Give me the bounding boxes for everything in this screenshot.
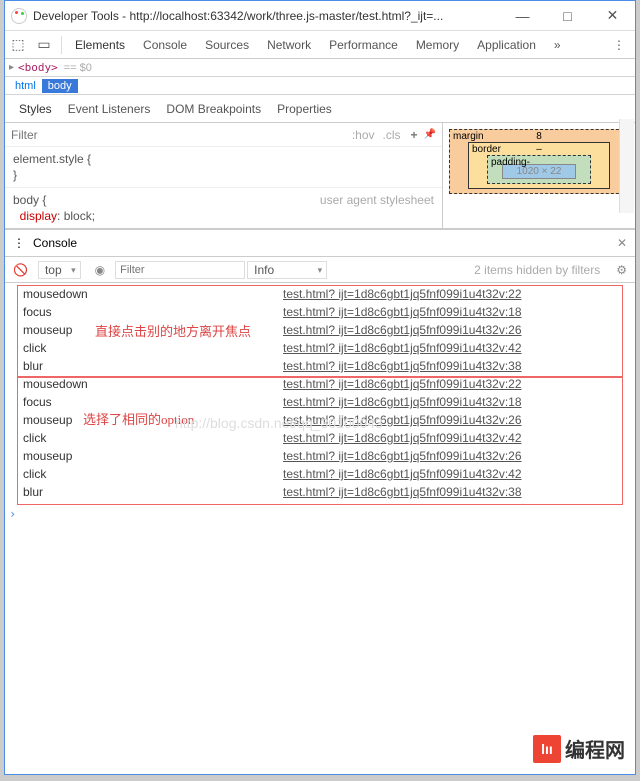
level-select[interactable]: Info xyxy=(247,261,327,279)
body-rule[interactable]: user agent stylesheet body { display: bl… xyxy=(5,187,442,228)
tab-network[interactable]: Network xyxy=(258,31,320,59)
log-row: mousedowntest.html? ijt=1d8c6gbt1jq5fnf0… xyxy=(5,375,635,393)
log-row: blurtest.html? ijt=1d8c6gbt1jq5fnf099i1u… xyxy=(5,483,635,501)
console-output[interactable]: mousedowntest.html? ijt=1d8c6gbt1jq5fnf0… xyxy=(5,283,635,773)
log-row: clicktest.html? ijt=1d8c6gbt1jq5fnf099i1… xyxy=(5,429,635,447)
inspect-icon[interactable]: ⬚ xyxy=(5,36,31,53)
main-tabs: ⬚ ▭ Elements Console Sources Network Per… xyxy=(5,31,635,59)
tabs-overflow[interactable]: » xyxy=(545,31,570,59)
hidden-count: 2 items hidden by filters xyxy=(468,263,606,277)
tab-application[interactable]: Application xyxy=(468,31,545,59)
titlebar: Developer Tools - http://localhost:63342… xyxy=(5,1,635,31)
close-window-button[interactable]: ✕ xyxy=(590,1,635,31)
tab-sources[interactable]: Sources xyxy=(196,31,258,59)
dom-breadcrumb: ▸ <body> == $0 xyxy=(5,59,635,77)
tab-console[interactable]: Console xyxy=(134,31,196,59)
log-row: blurtest.html? ijt=1d8c6gbt1jq5fnf099i1u… xyxy=(5,357,635,375)
site-logo: lıı 编程网 xyxy=(533,734,625,763)
maximize-button[interactable]: □ xyxy=(545,1,590,31)
kebab-menu[interactable]: ⋮ xyxy=(603,38,635,52)
close-drawer-button[interactable]: ✕ xyxy=(609,236,635,250)
clear-console-icon[interactable]: 🚫 xyxy=(5,263,36,277)
window-title: Developer Tools - http://localhost:63342… xyxy=(33,9,500,23)
subtab-properties[interactable]: Properties xyxy=(269,102,340,116)
crumb-html[interactable]: html xyxy=(9,79,42,93)
log-row: clicktest.html? ijt=1d8c6gbt1jq5fnf099i1… xyxy=(5,339,635,357)
device-icon[interactable]: ▭ xyxy=(31,36,57,53)
cls-toggle[interactable]: .cls xyxy=(379,128,405,142)
console-drawer-title: Console xyxy=(33,236,77,250)
subtab-listeners[interactable]: Event Listeners xyxy=(60,102,159,116)
console-kebab[interactable]: ⋮ xyxy=(5,236,33,250)
log-row: mouseuptest.html? ijt=1d8c6gbt1jq5fnf099… xyxy=(5,447,635,465)
context-select[interactable]: top xyxy=(38,261,81,279)
styles-filter[interactable] xyxy=(11,128,348,142)
log-row: mousedowntest.html? ijt=1d8c6gbt1jq5fnf0… xyxy=(5,285,635,303)
minimize-button[interactable]: — xyxy=(500,1,545,31)
console-filter[interactable] xyxy=(115,261,245,279)
log-row: focustest.html? ijt=1d8c6gbt1jq5fnf099i1… xyxy=(5,303,635,321)
log-row: mouseuptest.html? ijt=1d8c6gbt1jq5fnf099… xyxy=(5,321,635,339)
element-style-block[interactable]: element.style { } xyxy=(5,147,442,187)
box-model: margin8 border– padding- 1020 × 22 xyxy=(443,123,635,228)
styles-subtabs: Styles Event Listeners DOM Breakpoints P… xyxy=(5,95,635,123)
tab-elements[interactable]: Elements xyxy=(66,31,134,59)
eye-icon[interactable]: ◉ xyxy=(87,263,113,277)
crumb-body[interactable]: body xyxy=(42,79,78,93)
scrollbar[interactable] xyxy=(619,119,634,213)
subtab-styles[interactable]: Styles xyxy=(11,102,60,116)
tab-memory[interactable]: Memory xyxy=(407,31,468,59)
hov-toggle[interactable]: :hov xyxy=(348,128,379,142)
subtab-breakpoints[interactable]: DOM Breakpoints xyxy=(158,102,269,116)
log-row: focustest.html? ijt=1d8c6gbt1jq5fnf099i1… xyxy=(5,393,635,411)
log-row: mouseuptest.html? ijt=1d8c6gbt1jq5fnf099… xyxy=(5,411,635,429)
log-row: clicktest.html? ijt=1d8c6gbt1jq5fnf099i1… xyxy=(5,465,635,483)
tab-performance[interactable]: Performance xyxy=(320,31,407,59)
gear-icon[interactable]: ⚙ xyxy=(608,263,635,277)
new-rule-button[interactable]: + xyxy=(405,128,424,142)
console-prompt[interactable]: › xyxy=(9,507,16,521)
chrome-icon xyxy=(11,8,27,24)
pin-icon[interactable]: 📌 xyxy=(424,129,436,140)
